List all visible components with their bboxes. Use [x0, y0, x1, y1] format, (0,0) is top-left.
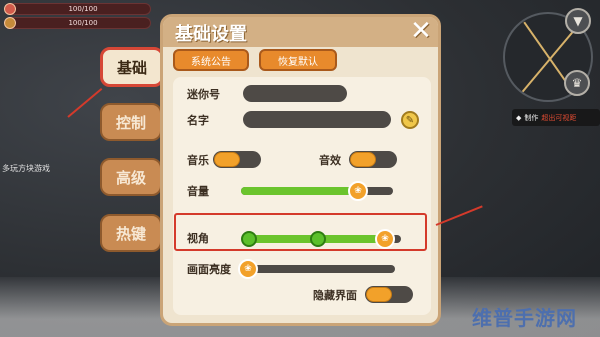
mini-id-field [243, 85, 347, 102]
volume-slider[interactable]: ❀ [241, 181, 393, 201]
notice-prefix: 制作 [524, 113, 539, 122]
tab-label: 高级 [115, 168, 146, 187]
announcement-button[interactable]: 系统公告 [173, 49, 249, 71]
toggle-knob [350, 152, 376, 167]
hide-ui-label: 隐藏界面 [313, 289, 357, 302]
settings-content: 迷你号 名字 ✎ 音乐 音效 音量 ❀ 视角 ❀ 画面亮度 ❀ 隐藏界面 [173, 77, 431, 315]
tab-label: 热键 [115, 224, 146, 243]
fov-highlight-box [174, 213, 427, 251]
music-toggle[interactable] [213, 151, 261, 168]
tab-label: 控制 [115, 113, 146, 132]
tab-control[interactable]: 控制 [100, 103, 162, 141]
reset-default-button[interactable]: 恢复默认 [259, 49, 337, 71]
chevron-down-icon[interactable]: ▼ [565, 8, 591, 34]
music-label: 音乐 [187, 154, 209, 167]
food-icon [4, 17, 16, 29]
name-label: 名字 [187, 114, 209, 127]
brightness-slider[interactable]: ❀ [238, 259, 395, 279]
paw-icon[interactable]: ❀ [238, 259, 258, 279]
close-icon[interactable]: ✕ [408, 18, 434, 45]
notice-highlight: 超出可视距 [541, 113, 577, 122]
name-input[interactable] [243, 111, 391, 128]
tab-label: 基础 [116, 58, 147, 77]
brightness-label: 画面亮度 [187, 263, 231, 276]
hide-ui-toggle[interactable] [365, 286, 413, 303]
paw-icon[interactable]: ❀ [348, 181, 368, 201]
food-text: 100/100 [68, 19, 98, 27]
volume-label: 音量 [187, 185, 209, 198]
settings-panel: 基础设置 ✕ 系统公告 恢复默认 迷你号 名字 ✎ 音乐 音效 音量 ❀ 视角 … [160, 14, 441, 326]
toggle-knob [366, 287, 392, 302]
sfx-toggle[interactable] [349, 151, 397, 168]
watermark: 维普手游网 [472, 306, 577, 330]
notice-bar: ◆ 制作 超出可视距 [512, 109, 600, 126]
world-sign-text: 多玩方块游戏 [2, 164, 50, 173]
health-bar: 100/100 [4, 3, 151, 15]
panel-title: 基础设置 [175, 24, 247, 45]
notice-icon: ◆ [516, 113, 522, 122]
tab-hotkeys[interactable]: 热键 [100, 214, 162, 252]
edit-pencil-icon[interactable]: ✎ [401, 111, 419, 129]
food-bar: 100/100 [4, 17, 151, 29]
tab-advanced[interactable]: 高级 [100, 158, 162, 196]
toggle-knob [214, 152, 240, 167]
sfx-label: 音效 [319, 154, 341, 167]
health-text: 100/100 [68, 5, 98, 13]
heart-icon [4, 3, 16, 15]
trophy-icon[interactable]: ♛ [564, 70, 590, 96]
volume-fill [241, 187, 358, 195]
mini-id-label: 迷你号 [187, 88, 220, 101]
tab-basic[interactable]: 基础 [100, 47, 164, 87]
